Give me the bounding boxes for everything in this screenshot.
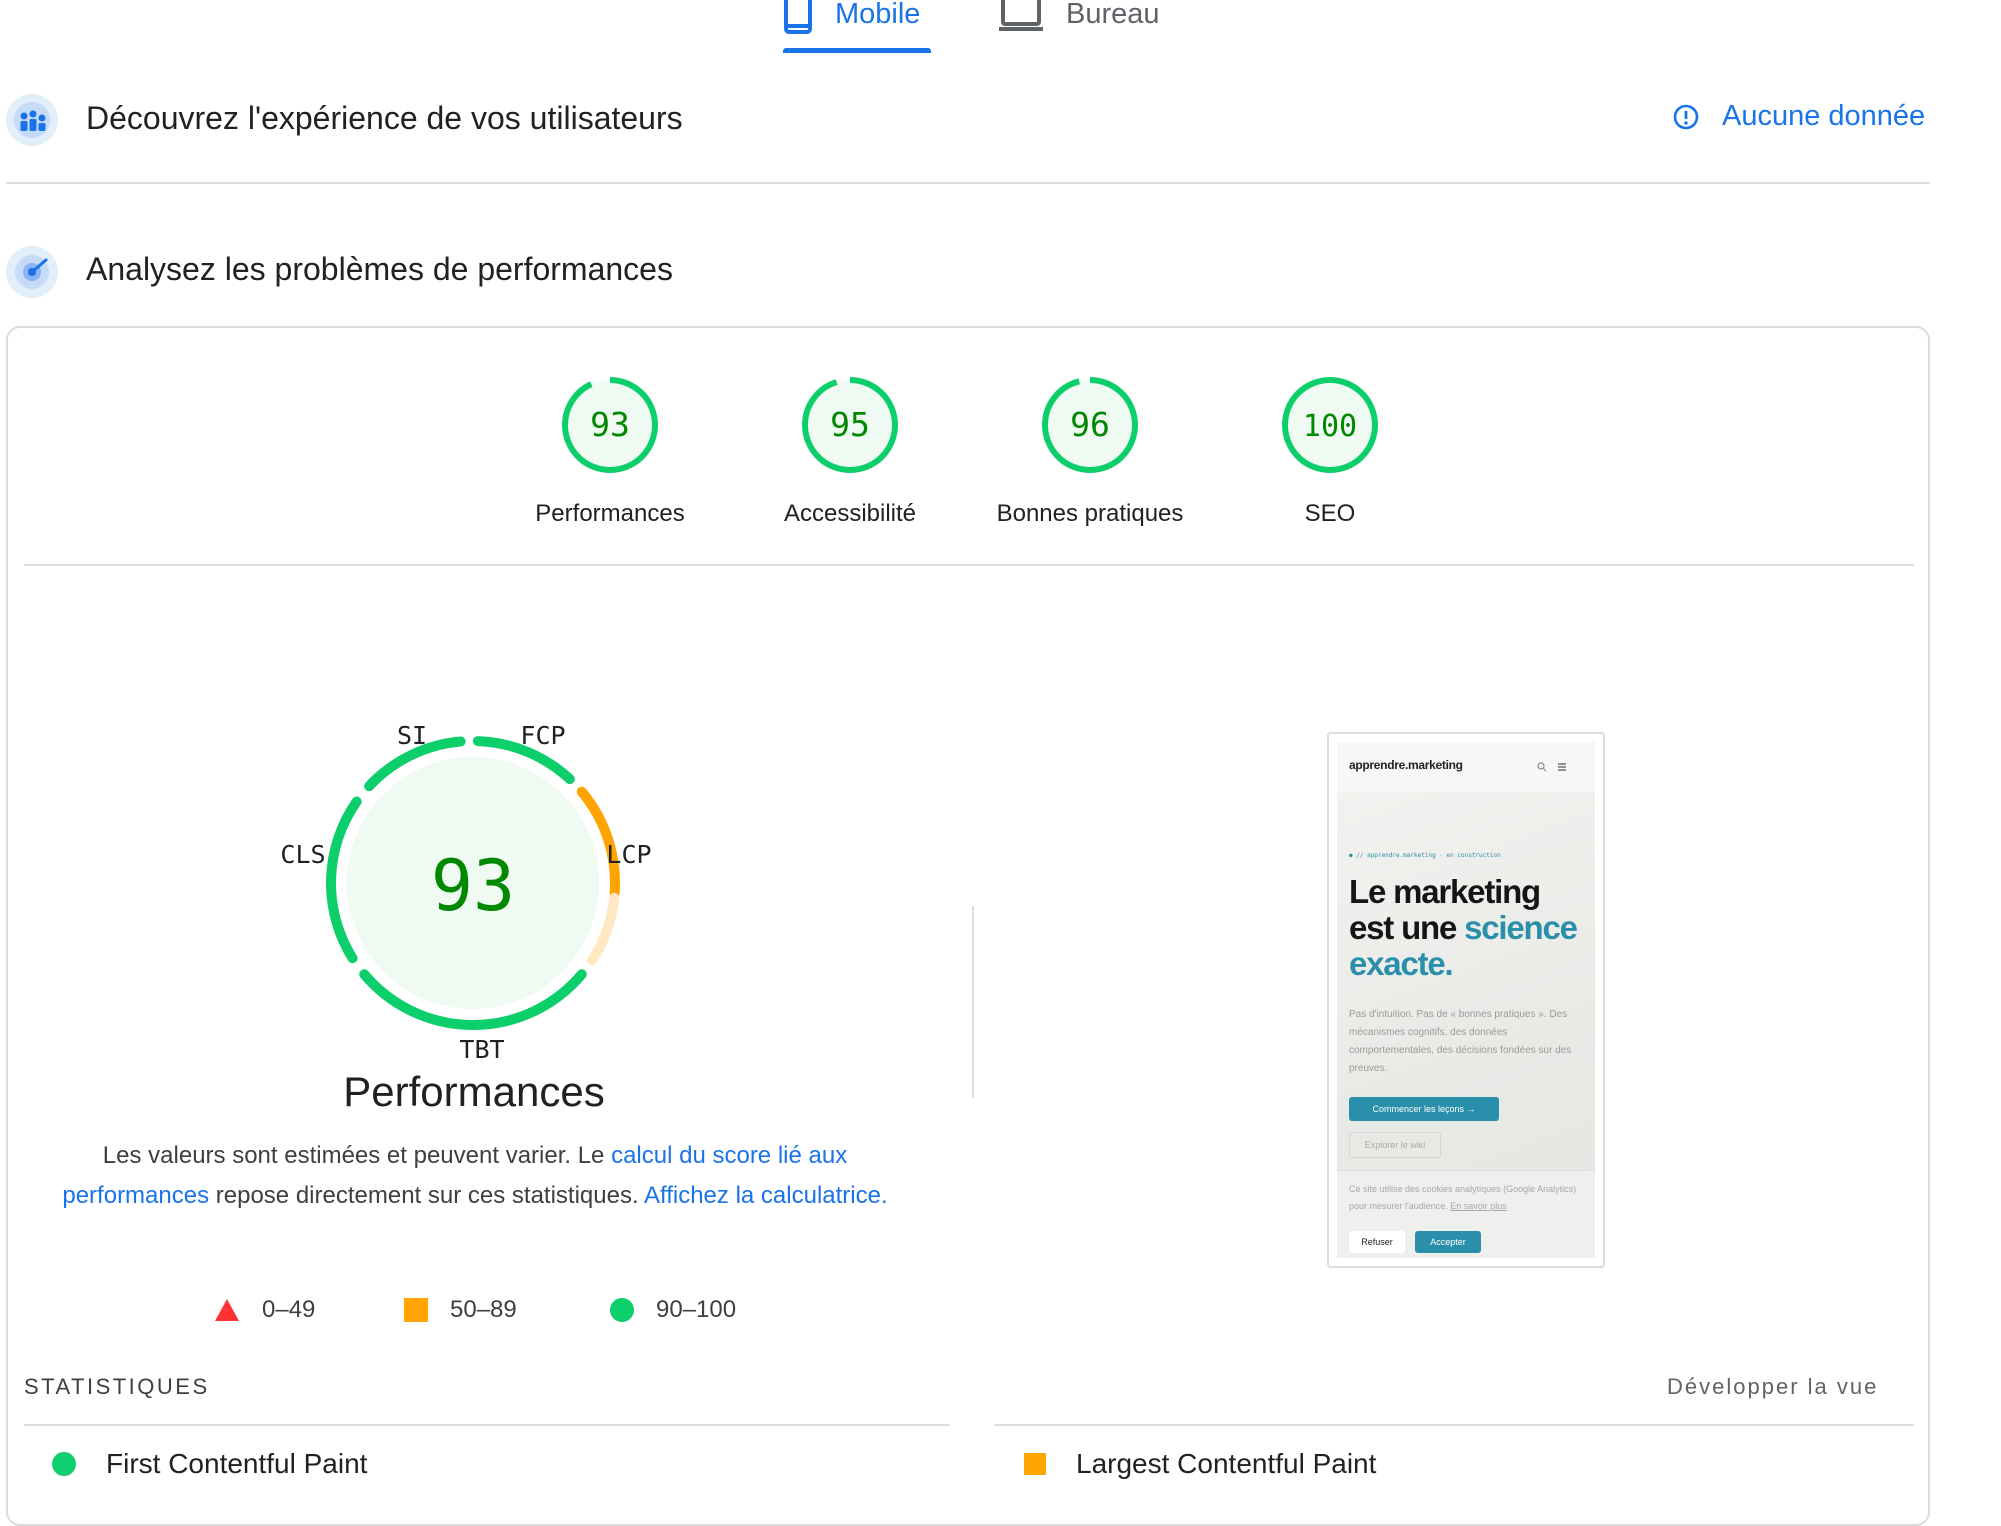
preview-explore-wiki-button: Explorer le wiki <box>1349 1132 1441 1158</box>
expand-view-toggle[interactable]: Développer la vue <box>1667 1374 1878 1400</box>
vertical-divider <box>972 906 974 1098</box>
score-label: Performances <box>535 500 685 527</box>
score-gauge-seo[interactable]: 100 SEO <box>1210 0 1450 540</box>
preview-search-icon <box>1537 762 1547 772</box>
legend-range: 0–49 <box>262 1296 316 1323</box>
performance-gauge-title: Performances <box>343 1068 605 1115</box>
segment-label-cls: CLS <box>280 840 325 869</box>
score-label: Accessibilité <box>783 500 917 527</box>
preview-cookie-link: En savoir plus <box>1450 1201 1507 1211</box>
page-screenshot-thumbnail: apprendre.marketing ● // apprendre.marke… <box>1327 732 1605 1268</box>
preview-cookie-banner: Ce site utilise des cookies analytiques … <box>1337 1170 1595 1258</box>
metric-lcp: Largest Contentful Paint <box>1024 1448 1376 1480</box>
performance-gauge: 93 SI FCP LCP TBT CLS <box>280 721 651 1064</box>
preview-start-lessons-button: Commencer les leçons → <box>1349 1097 1499 1121</box>
metric-fcp: First Contentful Paint <box>52 1448 367 1480</box>
metric-name: First Contentful Paint <box>106 1448 368 1479</box>
preview-menu-icon <box>1558 763 1566 771</box>
score-gauge-best-practices[interactable]: 96 Bonnes pratiques <box>970 0 1210 540</box>
score-ring: 100 <box>1282 377 1378 473</box>
performance-score: 93 <box>431 845 515 927</box>
score-description: Les valeurs sont estimées et peuvent var… <box>60 1136 890 1216</box>
green-circle-icon <box>610 1298 634 1322</box>
preview-breadcrumb: ● // apprendre.marketing · en constructi… <box>1349 852 1501 859</box>
preview-cookie-text: Ce site utilise des cookies analytiques … <box>1349 1181 1589 1215</box>
orange-square-icon <box>404 1298 428 1322</box>
divider <box>24 1424 950 1426</box>
preview-logo: apprendre.marketing <box>1349 758 1463 772</box>
info-icon <box>1673 104 1699 129</box>
legend-range: 50–89 <box>450 1296 517 1323</box>
segment-label-lcp: LCP <box>606 840 651 869</box>
orange-square-icon <box>1024 1453 1046 1475</box>
segment-label-tbt: TBT <box>459 1035 504 1064</box>
score-value: 95 <box>830 405 870 444</box>
score-value: 96 <box>1070 405 1110 444</box>
segment-label-fcp: FCP <box>520 721 565 750</box>
description-text-2: repose directement sur ces statistiques. <box>209 1182 644 1209</box>
score-label: SEO <box>1304 500 1356 527</box>
red-triangle-icon <box>215 1299 239 1321</box>
legend-range: 90–100 <box>656 1296 737 1323</box>
divider <box>24 564 1914 566</box>
segment-label-si: SI <box>397 721 427 750</box>
green-circle-icon <box>52 1452 76 1476</box>
no-data-link[interactable]: Aucune donnée <box>1672 100 1925 133</box>
score-ring: 95 <box>802 377 898 473</box>
legend-item-fail: 0–49 <box>214 1296 315 1324</box>
preview-headline: Le marketing est une science exacte. <box>1349 874 1589 982</box>
divider <box>994 1424 1914 1426</box>
calculator-link[interactable]: Affichez la calculatrice. <box>644 1182 888 1209</box>
score-value: 93 <box>590 405 630 444</box>
score-label: Bonnes pratiques <box>996 500 1184 527</box>
users-experience-icon <box>6 94 58 151</box>
preview-accept-button: Accepter <box>1415 1231 1481 1253</box>
legend-item-average: 50–89 <box>404 1296 517 1324</box>
preview-header: apprendre.marketing <box>1337 742 1595 792</box>
score-value: 100 <box>1303 409 1357 444</box>
score-ring: 96 <box>1042 377 1138 473</box>
legend-item-pass: 90–100 <box>610 1296 736 1324</box>
score-ring: 93 <box>562 377 658 473</box>
no-data-label: Aucune donnée <box>1722 100 1926 132</box>
score-gauge-performance[interactable]: 93 Performances <box>490 0 730 540</box>
statistics-heading: STATISTIQUES <box>24 1374 210 1399</box>
page-screenshot: apprendre.marketing ● // apprendre.marke… <box>1337 742 1595 1258</box>
score-gauge-accessibility[interactable]: 95 Accessibilité <box>730 0 970 540</box>
metric-name: Largest Contentful Paint <box>1076 1448 1377 1479</box>
preview-intro-text: Pas d'intuition. Pas de « bonnes pratiqu… <box>1349 1009 1572 1074</box>
description-text-1: Les valeurs sont estimées et peuvent var… <box>102 1142 612 1169</box>
preview-refuse-button: Refuser <box>1349 1231 1405 1253</box>
performance-diagnose-icon <box>6 246 58 303</box>
